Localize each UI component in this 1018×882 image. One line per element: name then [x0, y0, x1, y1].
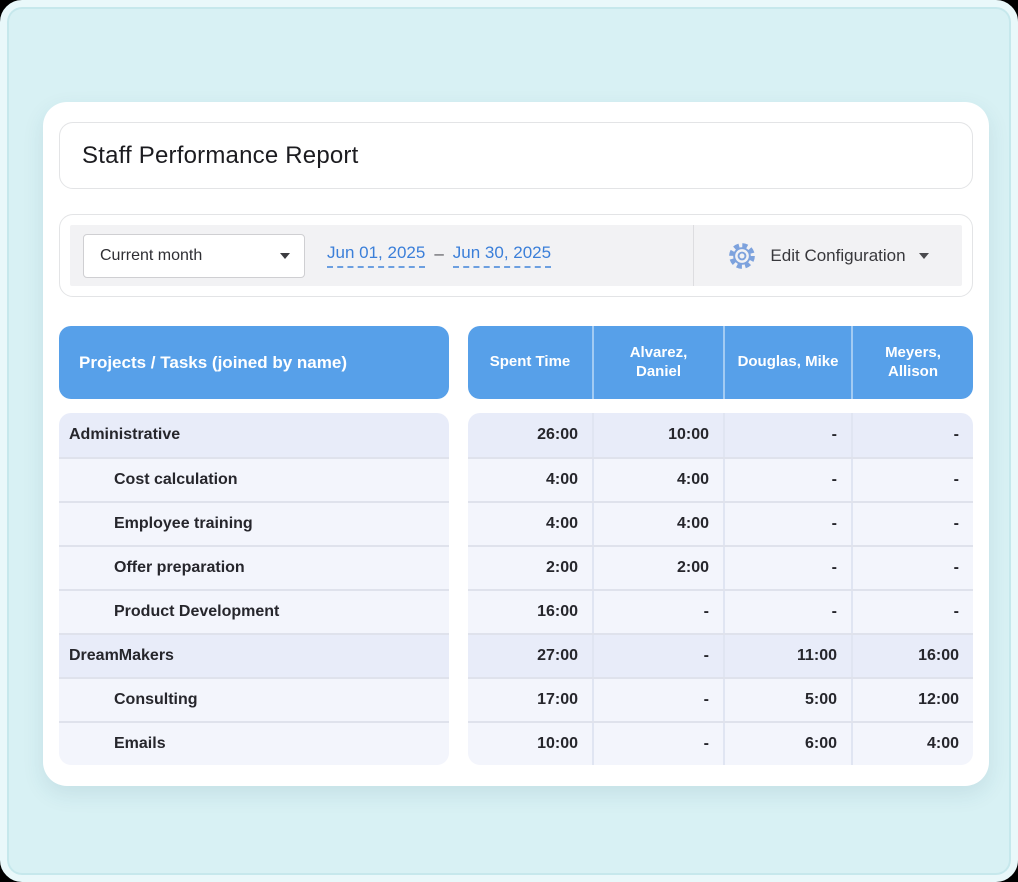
time-cell: 16:00: [851, 635, 973, 677]
time-rows: 26:0010:00--4:004:00--4:004:00--2:002:00…: [468, 413, 973, 765]
table-row: 26:0010:00--: [468, 413, 973, 457]
row-label: Cost calculation: [59, 471, 238, 489]
table-row: Consulting: [59, 677, 449, 721]
time-cell: 12:00: [851, 679, 973, 721]
report-title: Staff Performance Report: [82, 142, 359, 170]
time-cell: -: [723, 591, 851, 633]
date-to-link[interactable]: Jun 30, 2025: [453, 243, 551, 268]
projects-column: Projects / Tasks (joined by name) Admini…: [59, 326, 449, 765]
time-cell: -: [851, 547, 973, 589]
time-cell: -: [592, 679, 723, 721]
time-cell: -: [851, 591, 973, 633]
row-label: Offer preparation: [59, 559, 245, 577]
table-row: 10:00-6:004:00: [468, 721, 973, 765]
edit-configuration-button[interactable]: Edit Configuration: [694, 225, 962, 286]
time-cell: 4:00: [468, 503, 592, 545]
time-cell: -: [723, 547, 851, 589]
report-card: Staff Performance Report Current month J…: [43, 102, 989, 786]
time-cell: -: [592, 723, 723, 765]
period-select[interactable]: Current month: [83, 234, 305, 278]
chevron-down-icon: [280, 253, 290, 259]
row-label: Consulting: [59, 691, 198, 709]
time-cell: -: [851, 413, 973, 457]
time-cell: 27:00: [468, 635, 592, 677]
time-cell: 26:00: [468, 413, 592, 457]
row-label: Employee training: [59, 515, 253, 533]
column-header: Alvarez, Daniel: [592, 326, 723, 399]
period-select-value: Current month: [100, 247, 202, 265]
table-row: Offer preparation: [59, 545, 449, 589]
time-cell: -: [723, 503, 851, 545]
column-header: Meyers, Allison: [851, 326, 973, 399]
date-range-separator: –: [434, 244, 443, 267]
time-cell: 2:00: [468, 547, 592, 589]
date-from-link[interactable]: Jun 01, 2025: [327, 243, 425, 268]
row-label: Emails: [59, 735, 166, 753]
table-row: 4:004:00--: [468, 501, 973, 545]
table-row: 17:00-5:0012:00: [468, 677, 973, 721]
row-label: Administrative: [59, 426, 180, 444]
time-cell: 4:00: [851, 723, 973, 765]
table-row: Administrative: [59, 413, 449, 457]
time-columns-header: Spent TimeAlvarez, DanielDouglas, MikeMe…: [468, 326, 973, 399]
time-cell: 6:00: [723, 723, 851, 765]
time-cell: -: [851, 503, 973, 545]
table-row: Emails: [59, 721, 449, 765]
table-row: 27:00-11:0016:00: [468, 633, 973, 677]
time-cell: 4:00: [592, 503, 723, 545]
report-name-field[interactable]: Staff Performance Report: [59, 122, 973, 189]
time-cell: -: [592, 635, 723, 677]
page-background: Staff Performance Report Current month J…: [0, 0, 1018, 882]
time-cell: 2:00: [592, 547, 723, 589]
time-cell: 17:00: [468, 679, 592, 721]
time-cell: 5:00: [723, 679, 851, 721]
time-cell: -: [592, 591, 723, 633]
date-range: Jun 01, 2025 – Jun 30, 2025: [327, 243, 551, 268]
chevron-down-icon: [919, 253, 929, 259]
time-cell: 16:00: [468, 591, 592, 633]
projects-column-header: Projects / Tasks (joined by name): [59, 326, 449, 399]
time-cell: 10:00: [592, 413, 723, 457]
table-row: 4:004:00--: [468, 457, 973, 501]
column-header: Spent Time: [468, 326, 592, 399]
table-row: Cost calculation: [59, 457, 449, 501]
time-cell: -: [851, 459, 973, 501]
time-cell: 4:00: [592, 459, 723, 501]
time-columns: Spent TimeAlvarez, DanielDouglas, MikeMe…: [468, 326, 973, 765]
time-cell: 10:00: [468, 723, 592, 765]
table-row: Product Development: [59, 589, 449, 633]
table-row: Employee training: [59, 501, 449, 545]
table-row: 2:002:00--: [468, 545, 973, 589]
row-label: DreamMakers: [59, 647, 174, 665]
row-label: Product Development: [59, 603, 279, 621]
table-row: 16:00---: [468, 589, 973, 633]
toolbar-strip: Current month Jun 01, 2025 – Jun 30, 202…: [70, 225, 962, 286]
edit-configuration-label: Edit Configuration: [770, 246, 905, 266]
toolbar: Current month Jun 01, 2025 – Jun 30, 202…: [59, 214, 973, 297]
report-table: Projects / Tasks (joined by name) Admini…: [59, 326, 973, 765]
table-row: DreamMakers: [59, 633, 449, 677]
column-header: Douglas, Mike: [723, 326, 851, 399]
gear-icon: [727, 241, 757, 271]
time-cell: -: [723, 459, 851, 501]
time-cell: -: [723, 413, 851, 457]
time-cell: 11:00: [723, 635, 851, 677]
time-cell: 4:00: [468, 459, 592, 501]
projects-rows: Administrative Cost calculation Employee t…: [59, 413, 449, 765]
